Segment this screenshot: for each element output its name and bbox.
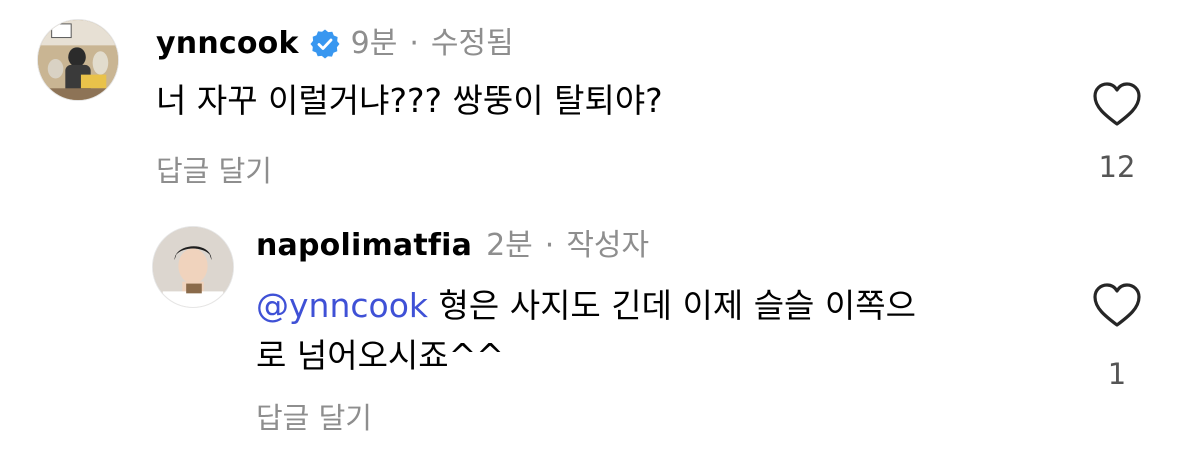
- like-count: 1: [1107, 357, 1127, 391]
- comment-header: ynncook 9분 · 수정됨: [156, 26, 514, 62]
- avatar[interactable]: [152, 226, 234, 308]
- timestamp: 9분: [350, 26, 398, 61]
- avatar-image: [153, 227, 233, 307]
- heart-outline-icon: [1093, 283, 1141, 327]
- comment-header: napolimatfia 2분 · 작성자: [256, 228, 649, 264]
- username[interactable]: napolimatfia: [256, 228, 472, 264]
- comment-text-line1: 형은 사지도 긴데 이제 슬슬 이쪽으: [438, 286, 917, 325]
- edited-label: 수정됨: [430, 26, 514, 61]
- avatar[interactable]: [37, 19, 119, 101]
- comment-text: @ynncook 형은 사지도 긴데 이제 슬슬 이쪽으 로 넘어오시죠^^: [256, 281, 1056, 381]
- comment-text-line2: 로 넘어오시죠^^: [256, 336, 504, 375]
- comment-text: 너 자꾸 이럴거냐??? 쌍뚱이 탈퇴야?: [156, 81, 663, 120]
- username[interactable]: ynncook: [156, 26, 299, 62]
- heart-outline-icon: [1093, 82, 1141, 126]
- reply-comment: napolimatfia 2분 · 작성자 @ynncook 형은 사지도 긴데…: [0, 205, 1200, 463]
- reply-button[interactable]: 답글 달기: [256, 395, 372, 437]
- like-count: 12: [1098, 150, 1136, 184]
- mention-link[interactable]: @ynncook: [256, 286, 428, 325]
- separator-dot: ·: [544, 228, 555, 263]
- like-button[interactable]: [1091, 80, 1143, 128]
- avatar-image: [38, 20, 118, 100]
- comment: ynncook 9분 · 수정됨 너 자꾸 이럴거냐??? 쌍뚱이 탈퇴야? 답…: [0, 0, 1200, 205]
- like-button[interactable]: [1091, 281, 1143, 329]
- verified-badge-icon: [309, 28, 341, 60]
- timestamp: 2분: [486, 228, 533, 263]
- reply-button[interactable]: 답글 달기: [156, 148, 272, 190]
- author-tag: 작성자: [566, 228, 650, 263]
- separator-dot: ·: [409, 26, 419, 61]
